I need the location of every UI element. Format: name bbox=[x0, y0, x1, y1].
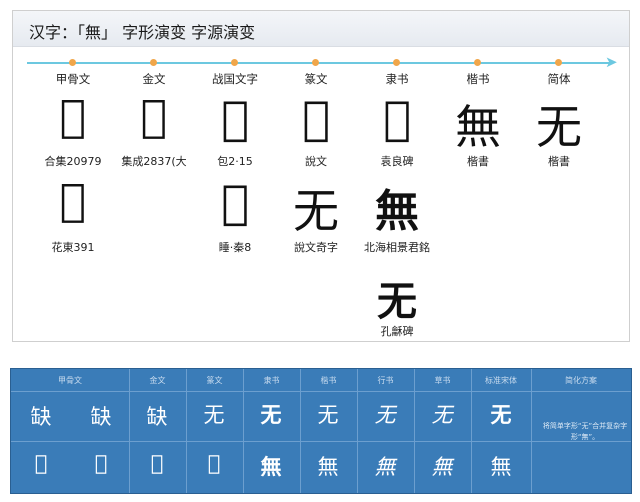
timeline-dot bbox=[150, 59, 157, 66]
timeline-dot bbox=[312, 59, 319, 66]
table-cell-r2-c3: 𣞤 bbox=[150, 451, 164, 475]
column-header-seal: 篆文 bbox=[304, 72, 328, 86]
column-separator bbox=[243, 369, 244, 493]
table-header-song: 标准宋体 bbox=[485, 376, 517, 385]
column-separator bbox=[357, 369, 358, 493]
column-separator bbox=[414, 369, 415, 493]
table-cell-r1-c4: 无 bbox=[203, 403, 225, 427]
glyph-warring-states-2: 𣞤 bbox=[221, 175, 249, 229]
table-cell-r1-c3: 缺 bbox=[146, 405, 168, 429]
table-cell-r2-c4: 𣞤 bbox=[207, 451, 221, 475]
glyph-oracle-1: 𣞤 bbox=[59, 91, 87, 142]
table-cell-r2-c9: 無 bbox=[490, 455, 512, 479]
caption-bronze-1: 集成2837(大 bbox=[121, 155, 187, 168]
table-header-oracle: 甲骨文 bbox=[58, 376, 82, 385]
glyph-seal-1: 𣞤 bbox=[302, 91, 330, 145]
table-cell-r1-c1: 缺 bbox=[30, 405, 52, 429]
caption-oracle-2: 花東391 bbox=[51, 241, 95, 254]
glyph-clerical-2: 無 bbox=[375, 186, 419, 237]
glyph-simplified-1: 无 bbox=[536, 100, 582, 154]
table-header-clerical: 隶书 bbox=[263, 376, 280, 385]
column-header-warring-states: 战国文字 bbox=[212, 72, 258, 86]
glyph-regular-1: 無 bbox=[455, 100, 501, 154]
column-separator bbox=[129, 369, 130, 493]
table-cell-r2-c1: 𣞤 bbox=[34, 451, 48, 475]
caption-oracle-1: 合集20979 bbox=[44, 155, 102, 168]
caption-clerical-3: 孔龢碑 bbox=[380, 325, 414, 338]
glyph-seal-2: 无 bbox=[293, 184, 339, 238]
caption-clerical-1: 袁良碑 bbox=[380, 155, 414, 168]
timeline-arrow-icon: ➤ bbox=[605, 53, 618, 71]
script-comparison-table: 甲骨文 金文 篆文 隶书 楷书 行书 草书 标准宋体 简化方案 缺 缺 缺 无 … bbox=[10, 368, 632, 494]
table-header-running: 行书 bbox=[377, 376, 394, 385]
glyph-warring-states-1: 𣞤 bbox=[221, 91, 249, 145]
table-cell-r1-c2: 缺 bbox=[90, 405, 112, 429]
glyph-clerical-1: 𣞤 bbox=[383, 91, 411, 145]
column-header-regular: 楷书 bbox=[466, 72, 490, 86]
timeline-dot bbox=[474, 59, 481, 66]
glyph-oracle-2: 𣞤 bbox=[59, 175, 87, 226]
table-cell-r2-c8: 無 bbox=[431, 455, 453, 479]
title-bar: 汉字：「無」 字形演变 字源演变 bbox=[13, 11, 629, 47]
timeline-line bbox=[27, 62, 613, 64]
timeline-dot bbox=[555, 59, 562, 66]
table-cell-r2-c5: 無 bbox=[260, 454, 282, 479]
caption-simplified-1: 楷書 bbox=[548, 155, 570, 168]
column-separator bbox=[186, 369, 187, 493]
table-cell-r2-c2: 𣞤 bbox=[94, 451, 108, 475]
table-divider bbox=[11, 391, 631, 392]
caption-warring-states-1: 包2·15 bbox=[217, 155, 253, 168]
glyph-bronze-1: 𣞤 bbox=[140, 91, 168, 142]
table-header-bronze: 金文 bbox=[149, 376, 166, 385]
timeline-dot bbox=[393, 59, 400, 66]
table-header-simplification: 简化方案 bbox=[565, 376, 597, 385]
caption-seal-1: 說文 bbox=[305, 155, 327, 168]
caption-clerical-2: 北海相景君銘 bbox=[364, 241, 430, 254]
table-header-regular: 楷书 bbox=[320, 376, 337, 385]
table-cell-r2-c6: 無 bbox=[317, 455, 339, 479]
caption-regular-1: 楷書 bbox=[467, 155, 489, 168]
column-header-simplified: 简体 bbox=[547, 72, 571, 86]
column-separator bbox=[300, 369, 301, 493]
column-separator bbox=[471, 369, 472, 493]
table-header-cursive: 草书 bbox=[434, 376, 451, 385]
column-separator bbox=[531, 369, 532, 493]
table-cell-r1-c5: 无 bbox=[260, 402, 282, 427]
timeline-dot bbox=[69, 59, 76, 66]
column-header-oracle: 甲骨文 bbox=[55, 72, 91, 86]
caption-seal-2: 說文奇字 bbox=[294, 241, 338, 254]
page-title: 汉字：「無」 字形演变 字源演变 bbox=[29, 23, 256, 42]
column-header-bronze: 金文 bbox=[142, 72, 166, 86]
table-cell-r2-c7: 無 bbox=[374, 455, 396, 479]
table-cell-r1-c9: 无 bbox=[490, 402, 512, 427]
glyph-clerical-3: 无 bbox=[377, 278, 417, 325]
column-header-clerical: 隶书 bbox=[385, 72, 409, 86]
table-cell-r1-c6: 无 bbox=[317, 403, 339, 427]
caption-warring-states-2: 睡·秦8 bbox=[218, 241, 252, 254]
table-cell-r1-c8: 无 bbox=[431, 403, 453, 427]
evolution-panel: 汉字：「無」 字形演变 字源演变 ➤ 甲骨文 金文 战国文字 篆文 隶书 楷书 … bbox=[12, 10, 630, 342]
simplification-note: 将简单字形“无”合并复杂字形“無”。 bbox=[542, 422, 628, 441]
table-cell-r1-c7: 无 bbox=[374, 403, 396, 427]
timeline-dot bbox=[231, 59, 238, 66]
table-header-seal: 篆文 bbox=[206, 376, 223, 385]
